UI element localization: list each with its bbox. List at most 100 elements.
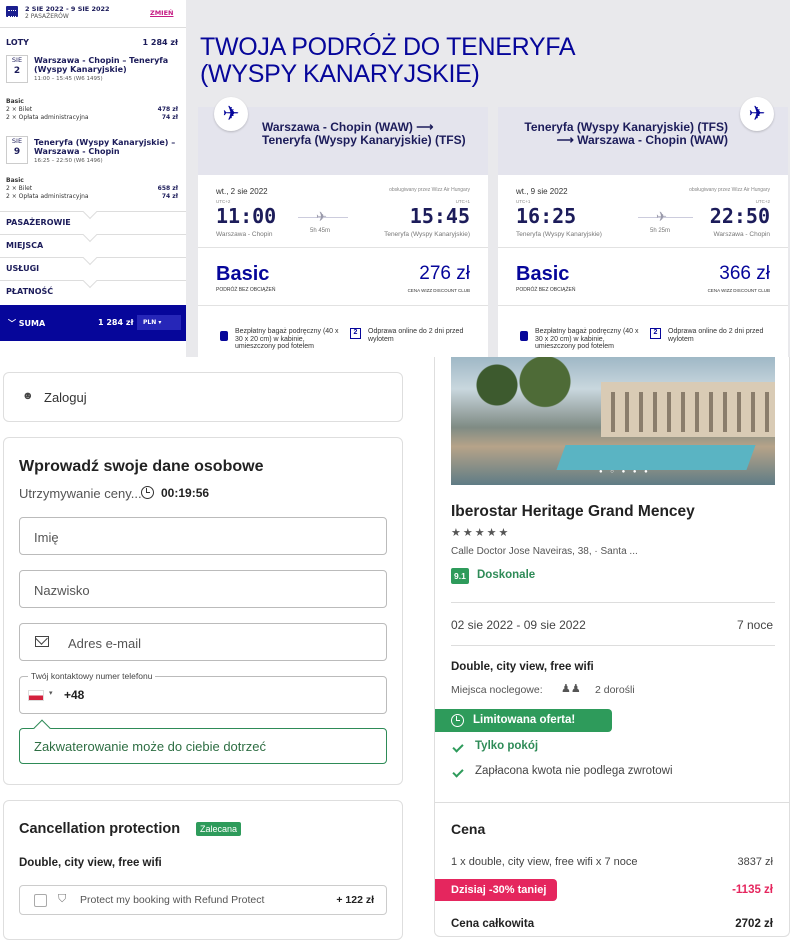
plane-icon: ✈ [214, 97, 248, 131]
plane-return-icon: ✈ [740, 97, 774, 131]
change-link[interactable]: ZMIEŃ [150, 9, 173, 17]
outbound-ticket: 2 × Bilet 478 zł [6, 106, 178, 113]
return-fare-name: Basic [516, 263, 570, 285]
user-icon: ☻ [22, 390, 34, 402]
cancellation-title: Cancellation protection [19, 821, 181, 837]
people-icon: ♟♟ [561, 683, 581, 695]
return-date: wt., 9 sie 2022 [516, 187, 568, 196]
return-flight-card: ✈ Teneryfa (Wyspy Kanaryjskie) (TFS) ⟶ W… [498, 97, 788, 357]
room-type: Double, city view, free wifi [451, 661, 594, 673]
price-hold-timer: 00:19:56 [161, 486, 210, 500]
carousel-dots[interactable]: ● ○ ● ● ● [599, 469, 651, 475]
outbound-date: wt., 2 sie 2022 [216, 187, 268, 196]
price-title: Cena [451, 821, 486, 837]
checkin-icon: 2 [650, 328, 661, 339]
flights-total: 1 284 zł [142, 38, 178, 47]
nonrefundable-label: Zapłacona kwota nie podlega zwrotowi [475, 765, 673, 777]
trip-dates: 2 SIE 2022 - 9 SIE 2022 [25, 5, 110, 13]
chevron-down-icon[interactable]: ▾ [49, 689, 53, 697]
recommended-badge: Zalecana [196, 822, 242, 836]
refund-protect-checkbox[interactable] [34, 894, 47, 907]
outbound-card-route: Warszawa - Chopin (WAW) ⟶ Teneryfa (Wysp… [262, 120, 466, 147]
outbound-day-box: SIE 2 [6, 55, 28, 83]
total-bar[interactable]: ﹀ SUMA 1 284 zł PLN ▾ [0, 305, 186, 341]
phone-label: Twój kontaktowy numer telefonu [28, 671, 156, 681]
personal-details-form: Wprowadź swoje dane osobowe Utrzymywanie… [3, 437, 403, 785]
login-panel[interactable]: ☻ Zaloguj [3, 372, 403, 422]
hotel-address: Calle Doctor Jose Naveiras, 38, · Santa … [451, 546, 638, 557]
return-departure-time: 16:25 [516, 204, 577, 228]
return-time: 16:25 – 22:50 (W6 1496) [34, 158, 103, 164]
outbound-route: Warszawa - Chopin – Teneryfa (Wyspy Kana… [34, 56, 169, 74]
outbound-flight-card: ✈ Warszawa - Chopin (WAW) ⟶ Teneryfa (Wy… [198, 97, 488, 357]
return-duration: 5h 25m [650, 228, 671, 234]
contact-hint: Zakwaterowanie może do ciebie dotrzeć [19, 728, 387, 764]
envelope-icon [35, 636, 49, 647]
cancellation-room: Double, city view, free wifi [19, 857, 162, 869]
star-rating: ★★★★★ [451, 527, 511, 539]
bag-icon [520, 331, 528, 341]
return-operator: obsługiwany przez Wizz Air Hungary [689, 187, 770, 193]
beds-label: Miejsca noclegowe: [451, 684, 543, 696]
price-line-amount: 3837 zł [737, 856, 773, 868]
outbound-departure-time: 11:00 [216, 204, 277, 228]
checkin-icon: 2 [350, 328, 361, 339]
hotel-photo[interactable]: ● ○ ● ● ● [451, 357, 775, 485]
page-title: TWOJA PODRÓŻ DO TENERYFA (WYSPY KANARYJS… [200, 33, 574, 88]
return-fare-price: 366 zł [719, 263, 770, 284]
total-price: 2702 zł [735, 918, 773, 930]
check-icon [452, 741, 464, 753]
first-name-field[interactable]: Imię [19, 517, 387, 555]
refund-protect-price: + 122 zł [336, 894, 374, 906]
phone-field[interactable]: Twój kontaktowy numer telefonu ▾ +48 [19, 671, 387, 714]
room-only-label: Tylko pokój [475, 740, 539, 752]
last-name-field[interactable]: Nazwisko [19, 570, 387, 608]
bag-icon [220, 331, 228, 341]
beds-value: 2 dorośli [595, 684, 635, 696]
outbound-fee: 2 × Opłata administracyjna 74 zł [6, 114, 178, 121]
return-ticket: 2 × Bilet 658 zł [6, 185, 178, 192]
total-label: ﹀ SUMA [8, 319, 46, 328]
hotel-booking-section: ☻ Zaloguj Wprowadź swoje dane osobowe Ut… [0, 357, 790, 940]
return-card-route: Teneryfa (Wyspy Kanaryjskie) (TFS) ⟶ War… [524, 120, 728, 147]
check-icon [452, 766, 464, 778]
plane-small-icon: ✈ [656, 209, 667, 224]
section-payment[interactable]: PŁATNOŚĆ [0, 280, 186, 303]
total-label: Cena całkowita [451, 918, 535, 930]
total-value: 1 284 zł [98, 318, 134, 327]
discount-amount: -1135 zł [732, 884, 773, 896]
passenger-count: 2 PASAŻERÓW [25, 13, 69, 20]
return-route: Teneryfa (Wyspy Kanaryjskie) – Warszawa … [34, 138, 176, 156]
stay-dates: 02 sie 2022 - 09 sie 2022 [451, 618, 586, 632]
outbound-fare-name: Basic [216, 263, 270, 285]
poland-flag-icon[interactable] [28, 690, 44, 701]
shield-icon: ⛉ [58, 893, 67, 905]
clock-icon [141, 486, 154, 499]
email-field[interactable]: Adres e-mail [19, 623, 387, 661]
discount-badge: Dzisiaj -30% taniej [435, 879, 557, 901]
calendar-icon [6, 6, 18, 17]
login-link[interactable]: Zaloguj [44, 390, 87, 405]
outbound-time: 11:00 – 15:45 (W6 1495) [34, 76, 103, 82]
flights-label: LOTY [6, 38, 29, 47]
refund-protect-option[interactable]: ⛉ Protect my booking with Refund Protect… [19, 885, 387, 915]
flight-summary-section: 2 SIE 2022 - 9 SIE 2022 2 PASAŻERÓW ZMIE… [0, 0, 790, 357]
form-title: Wprowadź swoje dane osobowe [19, 458, 264, 475]
booking-sidebar: 2 SIE 2022 - 9 SIE 2022 2 PASAŻERÓW ZMIE… [0, 0, 186, 357]
price-line-item: 1 x double, city view, free wifi x 7 noc… [451, 856, 638, 868]
return-fee: 2 × Opłata administracyjna 74 zł [6, 193, 178, 200]
hotel-summary-panel: ● ○ ● ● ● Iberostar Heritage Grand Mence… [434, 357, 790, 937]
price-hold-label: Utrzymywanie ceny... [19, 486, 142, 501]
outbound-fare-price: 276 zł [419, 263, 470, 284]
clock-icon [451, 714, 464, 727]
cancellation-panel: Cancellation protection Zalecana Double,… [3, 800, 403, 940]
phone-prefix: +48 [64, 688, 85, 702]
return-fare: Basic [6, 177, 24, 184]
plane-small-icon: ✈ [316, 209, 327, 224]
hotel-name: Iberostar Heritage Grand Mencey [451, 503, 695, 520]
currency-select[interactable]: PLN ▾ [137, 315, 181, 330]
outbound-operator: obsługiwany przez Wizz Air Hungary [389, 187, 470, 193]
outbound-arrival-time: 15:45 [409, 204, 470, 228]
return-arrival-time: 22:50 [709, 204, 770, 228]
review-score: 9.1 [451, 568, 469, 584]
